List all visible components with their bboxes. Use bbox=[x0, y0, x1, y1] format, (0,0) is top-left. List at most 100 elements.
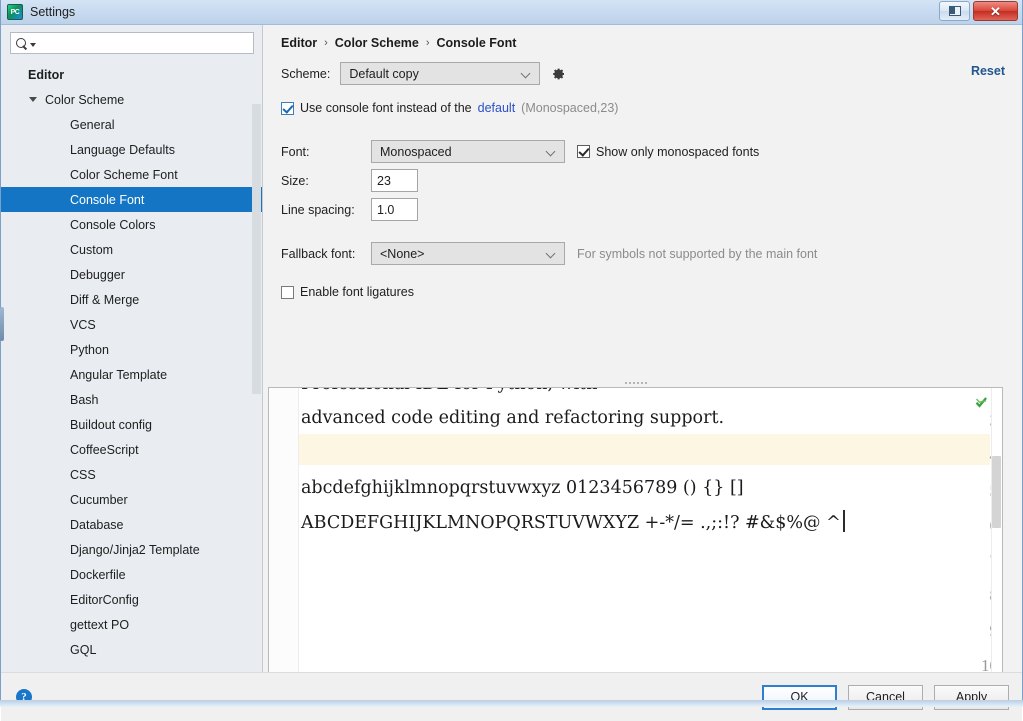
use-console-font-row[interactable]: Use console font instead of the default … bbox=[281, 101, 1022, 115]
sidebar-item-general[interactable]: General bbox=[1, 112, 262, 137]
sidebar-item-cucumber[interactable]: Cucumber bbox=[1, 487, 262, 512]
sidebar-item-label: Debugger bbox=[70, 267, 125, 282]
fallback-font-hint: For symbols not supported by the main fo… bbox=[577, 246, 818, 261]
sidebar-item-label: EditorConfig bbox=[70, 592, 139, 607]
dialog-footer: ? OK Cancel Apply bbox=[1, 672, 1022, 721]
settings-content-pane: Editor › Color Scheme › Console Font Res… bbox=[263, 25, 1022, 672]
line-spacing-label: Line spacing: bbox=[281, 202, 355, 217]
sidebar-item-color-scheme[interactable]: Color Scheme bbox=[1, 87, 262, 112]
sidebar-item-label: gettext PO bbox=[70, 617, 130, 632]
inspection-ok-icon[interactable] bbox=[975, 396, 988, 409]
sidebar-item-label: Buildout config bbox=[70, 417, 153, 432]
window-edge-grip[interactable] bbox=[0, 307, 4, 341]
size-label: Size: bbox=[281, 173, 309, 188]
enable-ligatures-label: Enable font ligatures bbox=[300, 285, 414, 299]
sidebar-item-label: Console Colors bbox=[70, 217, 156, 232]
sidebar-item-label: Editor bbox=[28, 67, 65, 82]
caret-line-highlight bbox=[269, 434, 990, 465]
sidebar-item-console-font[interactable]: Console Font bbox=[1, 187, 262, 212]
sidebar-item-label: Python bbox=[70, 342, 109, 357]
gear-icon[interactable] bbox=[550, 66, 566, 82]
window-bottom-edge bbox=[0, 700, 1023, 707]
text-caret bbox=[843, 510, 845, 532]
preview-splitter-handle[interactable] bbox=[268, 378, 1003, 387]
editor-scrollbar-thumb[interactable] bbox=[992, 456, 1001, 528]
sidebar-item-editorconfig[interactable]: EditorConfig bbox=[1, 587, 262, 612]
size-input[interactable]: 23 bbox=[371, 169, 418, 192]
search-input[interactable] bbox=[36, 35, 253, 51]
fallback-font-dropdown[interactable]: <None> bbox=[371, 242, 565, 265]
sidebar-item-label: Dockerfile bbox=[70, 567, 126, 582]
sidebar-item-custom[interactable]: Custom bbox=[1, 237, 262, 262]
editor-gutter bbox=[269, 388, 299, 672]
sidebar-item-gettext-po[interactable]: gettext PO bbox=[1, 612, 262, 637]
search-box[interactable] bbox=[10, 32, 254, 54]
line-spacing-input[interactable]: 1.0 bbox=[371, 198, 418, 221]
default-font-link[interactable]: default bbox=[478, 101, 516, 115]
sidebar-item-label: Diff & Merge bbox=[70, 292, 140, 307]
breadcrumb-item-editor[interactable]: Editor bbox=[281, 36, 317, 50]
sidebar-item-label: GQL bbox=[70, 642, 97, 657]
restore-window-button[interactable] bbox=[939, 1, 970, 21]
sidebar-item-bash[interactable]: Bash bbox=[1, 387, 262, 412]
sidebar-item-css[interactable]: CSS bbox=[1, 462, 262, 487]
enable-ligatures-row[interactable]: Enable font ligatures bbox=[281, 285, 1022, 299]
show-monospaced-checkbox[interactable] bbox=[577, 145, 590, 158]
sidebar-item-dockerfile[interactable]: Dockerfile bbox=[1, 562, 262, 587]
scheme-label: Scheme: bbox=[281, 66, 331, 81]
sidebar-item-vcs[interactable]: VCS bbox=[1, 312, 262, 337]
breadcrumb-item-color-scheme[interactable]: Color Scheme bbox=[335, 36, 419, 50]
sidebar-item-label: General bbox=[70, 117, 115, 132]
content-scrollbar[interactable] bbox=[1010, 381, 1020, 672]
sidebar-item-gql[interactable]: GQL bbox=[1, 637, 262, 662]
preview-code-line: ABCDEFGHIJKLMNOPQRSTUVWXYZ +-*/= .,;:!? … bbox=[301, 513, 841, 533]
preview-code-line: advanced code editing and refactoring su… bbox=[301, 408, 725, 428]
sidebar-item-debugger[interactable]: Debugger bbox=[1, 262, 262, 287]
sidebar-search-wrap bbox=[1, 25, 262, 60]
sidebar-item-python[interactable]: Python bbox=[1, 337, 262, 362]
scheme-dropdown-value: Default copy bbox=[349, 66, 419, 81]
preview-clipped-line: Professional IDE for Python, with bbox=[301, 388, 597, 394]
font-dropdown-value: Monospaced bbox=[380, 144, 452, 159]
sidebar-item-label: Language Defaults bbox=[70, 142, 175, 157]
sidebar-item-editor[interactable]: Editor bbox=[1, 62, 262, 87]
sidebar-item-label: Bash bbox=[70, 392, 99, 407]
sidebar-item-diff-merge[interactable]: Diff & Merge bbox=[1, 287, 262, 312]
settings-dialog: Settings ✕ Editor Color Scheme General Lang… bbox=[0, 0, 1023, 721]
sidebar-item-language-defaults[interactable]: Language Defaults bbox=[1, 137, 262, 162]
editor-scrollbar-track[interactable] bbox=[991, 388, 1002, 672]
sidebar-item-coffeescript[interactable]: CoffeeScript bbox=[1, 437, 262, 462]
reset-link[interactable]: Reset bbox=[971, 64, 1005, 78]
chevron-down-icon bbox=[522, 69, 531, 78]
sidebar-item-buildout-config[interactable]: Buildout config bbox=[1, 412, 262, 437]
sidebar-scrollbar[interactable] bbox=[252, 104, 261, 394]
sidebar-item-database[interactable]: Database bbox=[1, 512, 262, 537]
sidebar-item-label: Django/Jinja2 Template bbox=[70, 542, 200, 557]
close-window-button[interactable]: ✕ bbox=[973, 1, 1018, 21]
chevron-down-icon[interactable] bbox=[29, 97, 37, 102]
line-spacing-row: Line spacing: 1.0 bbox=[281, 195, 1022, 224]
font-fields: Font: Monospaced Show only monospaced fo… bbox=[281, 137, 1022, 299]
preview-editor[interactable]: Professional IDE for Python, with 345678… bbox=[268, 387, 1003, 672]
scheme-dropdown[interactable]: Default copy bbox=[340, 62, 541, 85]
sidebar-item-django-jinja2-template[interactable]: Django/Jinja2 Template bbox=[1, 537, 262, 562]
sidebar-item-label: CoffeeScript bbox=[70, 442, 139, 457]
sidebar-item-label: Angular Template bbox=[70, 367, 168, 382]
font-dropdown[interactable]: Monospaced bbox=[371, 140, 565, 163]
settings-tree: Editor Color Scheme General Language Defaul… bbox=[1, 60, 262, 672]
sidebar-item-label: Cucumber bbox=[70, 492, 128, 507]
font-preview-panel: Professional IDE for Python, with 345678… bbox=[268, 378, 1003, 672]
sidebar-item-angular-template[interactable]: Angular Template bbox=[1, 362, 262, 387]
settings-sidebar: Editor Color Scheme General Language Defaul… bbox=[0, 25, 263, 672]
show-monospaced-row[interactable]: Show only monospaced fonts bbox=[577, 145, 759, 159]
sidebar-item-label: CSS bbox=[70, 467, 96, 482]
enable-ligatures-checkbox[interactable] bbox=[281, 285, 294, 299]
breadcrumb-separator-icon: › bbox=[425, 37, 430, 49]
use-console-font-checkbox[interactable] bbox=[281, 101, 294, 115]
sidebar-item-console-colors[interactable]: Console Colors bbox=[1, 212, 262, 237]
fallback-font-label: Fallback font: bbox=[281, 246, 356, 261]
sidebar-item-label: Database bbox=[70, 517, 124, 532]
sidebar-item-color-scheme-font[interactable]: Color Scheme Font bbox=[1, 162, 262, 187]
default-font-description: (Monospaced,23) bbox=[521, 101, 619, 115]
chevron-down-icon bbox=[547, 147, 556, 156]
